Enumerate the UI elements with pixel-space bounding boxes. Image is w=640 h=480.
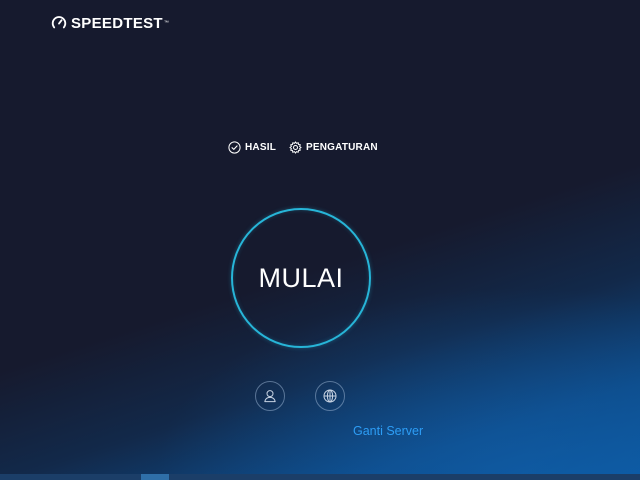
top-nav: HASIL PENGATURAN [228,141,378,154]
change-server-link[interactable]: Ganti Server [353,424,423,438]
results-label: HASIL [245,142,276,153]
user-button[interactable] [255,381,285,411]
results-link[interactable]: HASIL [228,141,276,154]
speedometer-icon [51,16,67,29]
globe-icon [323,389,337,403]
user-icon [264,390,276,403]
settings-label: PENGATURAN [306,142,378,153]
check-circle-icon [228,141,241,154]
start-label: MULAI [258,262,344,293]
speedtest-logo[interactable]: SPEEDTEST ™ [51,13,169,33]
start-test-button[interactable]: MULAI [231,208,371,348]
speedtest-screen: SPEEDTEST ™ HASIL PENGATURAN MULAI Ganti… [0,0,640,480]
brand-name: SPEEDTEST [71,14,163,32]
settings-link[interactable]: PENGATURAN [289,141,378,154]
scrollbar-thumb[interactable] [141,474,169,480]
gear-icon [289,141,302,154]
server-button[interactable] [315,381,345,411]
brand-trademark: ™ [163,20,169,26]
bottom-scrollbar[interactable] [0,474,640,480]
